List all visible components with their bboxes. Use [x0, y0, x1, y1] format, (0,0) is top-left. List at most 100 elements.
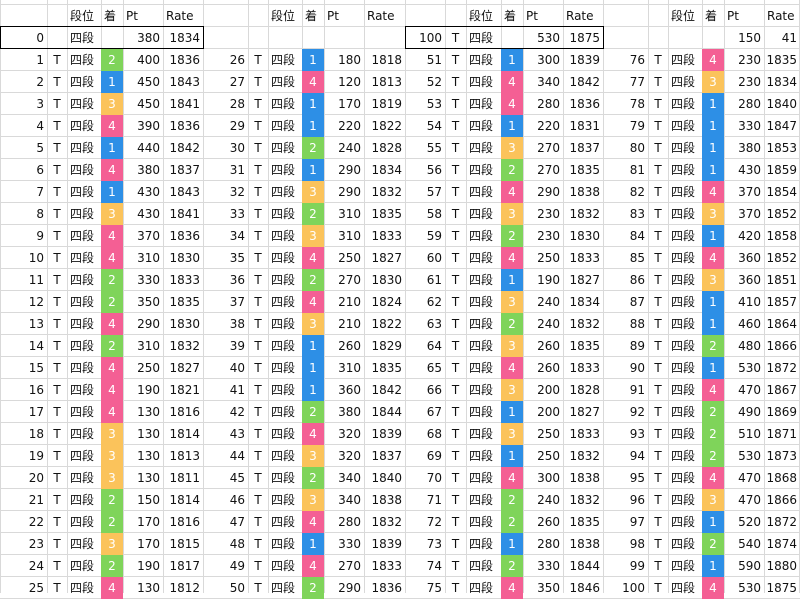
row-finish-chip[interactable]: 4: [501, 93, 523, 115]
row-rate-cell[interactable]: 1833: [364, 555, 405, 577]
row-idx-cell[interactable]: 3: [0, 93, 47, 115]
row-t-cell[interactable]: T: [248, 115, 268, 137]
row-idx-cell[interactable]: 61: [405, 269, 445, 291]
summary-dan-cell[interactable]: [668, 27, 702, 49]
header-dan[interactable]: 段位: [466, 5, 501, 27]
row-finish-chip[interactable]: 4: [302, 71, 324, 93]
row-rate-cell[interactable]: 1832: [563, 445, 603, 467]
row-pt-cell[interactable]: 470: [724, 379, 764, 401]
header-dan[interactable]: 段位: [668, 5, 702, 27]
row-pt-cell[interactable]: 350: [123, 291, 163, 313]
row-finish-chip[interactable]: 1: [101, 71, 123, 93]
row-t-cell[interactable]: T: [445, 555, 466, 577]
row-finish-chip[interactable]: 4: [501, 247, 523, 269]
row-rate-cell[interactable]: 1835: [364, 357, 405, 379]
row-t-cell[interactable]: T: [248, 379, 268, 401]
row-idx-cell[interactable]: 96: [603, 489, 648, 511]
row-dan-cell[interactable]: 四段: [466, 357, 501, 379]
row-pt-cell[interactable]: 250: [324, 247, 364, 269]
row-t-cell[interactable]: T: [47, 291, 67, 313]
row-dan-cell[interactable]: 四段: [67, 357, 101, 379]
row-finish-chip[interactable]: 2: [302, 577, 324, 599]
row-dan-cell[interactable]: 四段: [466, 489, 501, 511]
row-t-cell[interactable]: T: [445, 247, 466, 269]
row-idx-cell[interactable]: 93: [603, 423, 648, 445]
row-dan-cell[interactable]: 四段: [668, 159, 702, 181]
row-dan-cell[interactable]: 四段: [67, 269, 101, 291]
row-pt-cell[interactable]: 320: [324, 423, 364, 445]
row-idx-cell[interactable]: 98: [603, 533, 648, 555]
row-t-cell[interactable]: T: [248, 137, 268, 159]
row-t-cell[interactable]: T: [47, 71, 67, 93]
row-t-cell[interactable]: T: [445, 489, 466, 511]
header-pt[interactable]: Pt: [724, 5, 764, 27]
row-dan-cell[interactable]: 四段: [67, 159, 101, 181]
row-dan-cell[interactable]: 四段: [268, 335, 302, 357]
row-idx-cell[interactable]: 92: [603, 401, 648, 423]
row-pt-cell[interactable]: 420: [724, 225, 764, 247]
row-rate-cell[interactable]: 1816: [163, 401, 203, 423]
row-t-cell[interactable]: T: [445, 445, 466, 467]
row-t-cell[interactable]: T: [445, 71, 466, 93]
row-t-cell[interactable]: T: [445, 467, 466, 489]
row-pt-cell[interactable]: 530: [724, 445, 764, 467]
row-finish-chip[interactable]: 2: [702, 445, 724, 467]
row-pt-cell[interactable]: 270: [523, 159, 563, 181]
row-rate-cell[interactable]: 1858: [764, 225, 800, 247]
row-idx-cell[interactable]: 12: [0, 291, 47, 313]
row-finish-chip[interactable]: 2: [702, 401, 724, 423]
row-dan-cell[interactable]: 四段: [668, 335, 702, 357]
row-idx-cell[interactable]: 31: [203, 159, 248, 181]
row-rate-cell[interactable]: 1818: [364, 49, 405, 71]
row-pt-cell[interactable]: 370: [724, 181, 764, 203]
row-t-cell[interactable]: T: [47, 247, 67, 269]
row-dan-cell[interactable]: 四段: [466, 181, 501, 203]
row-idx-cell[interactable]: 63: [405, 313, 445, 335]
row-pt-cell[interactable]: 210: [324, 313, 364, 335]
row-finish-chip[interactable]: 3: [501, 335, 523, 357]
row-pt-cell[interactable]: 230: [724, 71, 764, 93]
row-pt-cell[interactable]: 460: [724, 313, 764, 335]
row-finish-chip[interactable]: 2: [702, 335, 724, 357]
row-dan-cell[interactable]: 四段: [268, 181, 302, 203]
row-dan-cell[interactable]: 四段: [466, 445, 501, 467]
row-rate-cell[interactable]: 1840: [364, 467, 405, 489]
row-t-cell[interactable]: T: [445, 379, 466, 401]
row-t-cell[interactable]: T: [648, 181, 668, 203]
row-t-cell[interactable]: T: [445, 533, 466, 555]
row-idx-cell[interactable]: 75: [405, 577, 445, 599]
row-rate-cell[interactable]: 1842: [364, 379, 405, 401]
row-idx-cell[interactable]: 25: [0, 577, 47, 599]
row-rate-cell[interactable]: 1873: [764, 445, 800, 467]
row-finish-chip[interactable]: 4: [501, 577, 523, 599]
row-rate-cell[interactable]: 1832: [364, 511, 405, 533]
row-idx-cell[interactable]: 56: [405, 159, 445, 181]
row-pt-cell[interactable]: 300: [523, 467, 563, 489]
row-idx-cell[interactable]: 20: [0, 467, 47, 489]
row-idx-cell[interactable]: 71: [405, 489, 445, 511]
row-dan-cell[interactable]: 四段: [268, 49, 302, 71]
row-t-cell[interactable]: T: [248, 357, 268, 379]
row-t-cell[interactable]: T: [648, 401, 668, 423]
row-pt-cell[interactable]: 170: [123, 533, 163, 555]
row-rate-cell[interactable]: 1859: [764, 159, 800, 181]
row-rate-cell[interactable]: 1834: [563, 291, 603, 313]
row-pt-cell[interactable]: 430: [123, 203, 163, 225]
row-dan-cell[interactable]: 四段: [67, 423, 101, 445]
row-pt-cell[interactable]: 290: [523, 181, 563, 203]
row-t-cell[interactable]: T: [47, 401, 67, 423]
row-finish-chip[interactable]: 3: [501, 137, 523, 159]
row-pt-cell[interactable]: 350: [523, 577, 563, 599]
row-finish-chip[interactable]: 1: [702, 357, 724, 379]
row-t-cell[interactable]: T: [648, 71, 668, 93]
row-pt-cell[interactable]: 510: [724, 423, 764, 445]
row-pt-cell[interactable]: 270: [324, 269, 364, 291]
row-dan-cell[interactable]: 四段: [67, 445, 101, 467]
row-t-cell[interactable]: T: [47, 269, 67, 291]
row-finish-chip[interactable]: 3: [101, 203, 123, 225]
row-finish-chip[interactable]: 4: [302, 291, 324, 313]
row-idx-cell[interactable]: 64: [405, 335, 445, 357]
spreadsheet-grid[interactable]: 段位着 Pt Rate 段位着 Pt Rate 段位着 Pt Rate 段位着 Pt Rate 0 四段 3…: [0, 0, 800, 599]
row-rate-cell[interactable]: 1840: [764, 93, 800, 115]
row-t-cell[interactable]: T: [648, 247, 668, 269]
